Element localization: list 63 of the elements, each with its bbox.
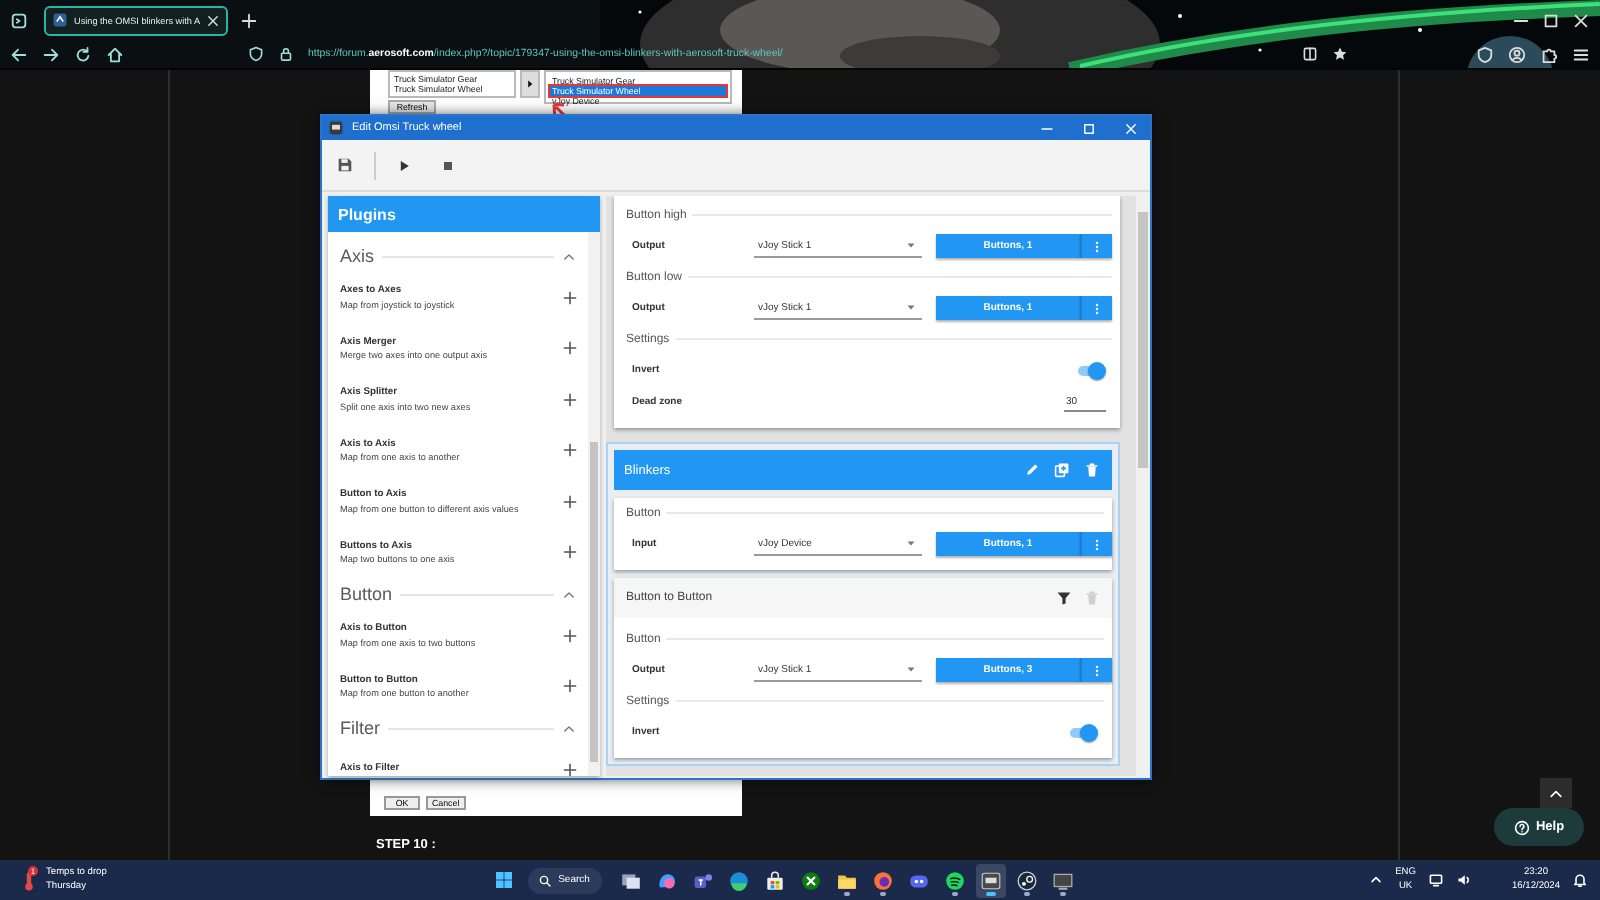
close-icon[interactable] <box>206 13 221 27</box>
volume-icon[interactable] <box>1455 872 1472 888</box>
more-icon <box>1090 239 1104 253</box>
caret-icon <box>904 536 918 550</box>
more-icon <box>1090 663 1104 677</box>
help-icon <box>1513 819 1530 835</box>
delete-icon[interactable] <box>1084 462 1100 478</box>
add-icon[interactable] <box>562 544 578 561</box>
more-icon <box>1090 537 1104 551</box>
maximize-icon[interactable] <box>1542 11 1560 29</box>
chevron-up-icon <box>1548 785 1564 801</box>
triangle-icon <box>524 78 536 90</box>
add-icon[interactable] <box>562 627 578 644</box>
toggle-switch[interactable] <box>1068 723 1098 741</box>
favicon-icon <box>52 12 68 28</box>
lock-icon[interactable] <box>278 46 294 62</box>
notifications-icon[interactable] <box>1572 872 1588 888</box>
shield-icon[interactable] <box>1476 45 1494 63</box>
app-window-icon[interactable] <box>975 863 1006 897</box>
collapse-icon[interactable] <box>562 587 576 601</box>
edit-icon[interactable] <box>1024 462 1040 478</box>
menu-icon[interactable] <box>1572 45 1590 63</box>
sidebar-icon[interactable] <box>10 11 28 29</box>
caret-icon <box>904 300 918 314</box>
section-heading: Axis <box>340 246 375 266</box>
reload-icon[interactable] <box>74 45 92 63</box>
app-icon <box>328 120 344 136</box>
more-icon <box>1090 301 1104 315</box>
show-hidden-icon[interactable] <box>1367 872 1384 888</box>
caret-icon <box>904 238 918 252</box>
move-button[interactable] <box>520 70 540 98</box>
account-icon[interactable] <box>1508 45 1526 63</box>
add-icon[interactable] <box>562 289 578 306</box>
add-icon[interactable] <box>562 442 578 459</box>
section-heading: Filter <box>340 718 380 738</box>
panel-title: Plugins <box>338 205 396 223</box>
filter-icon[interactable] <box>1056 590 1072 606</box>
duplicate-icon[interactable] <box>1054 462 1070 478</box>
search-icon <box>538 873 553 887</box>
caret-icon <box>904 662 918 676</box>
add-icon[interactable] <box>562 493 578 510</box>
stop-icon[interactable] <box>440 157 456 173</box>
start-icon[interactable] <box>494 870 515 890</box>
add-icon[interactable] <box>562 761 578 776</box>
shield-icon[interactable] <box>248 46 264 62</box>
toggle-switch[interactable] <box>1076 361 1106 379</box>
close-icon[interactable] <box>1572 11 1590 29</box>
add-icon[interactable] <box>562 391 578 408</box>
home-icon[interactable] <box>106 45 124 63</box>
new-tab-icon[interactable] <box>240 11 259 29</box>
add-icon[interactable] <box>562 678 578 695</box>
add-icon[interactable] <box>562 340 578 357</box>
network-icon[interactable] <box>1427 872 1444 888</box>
back-icon[interactable] <box>10 45 28 63</box>
collapse-icon[interactable] <box>562 249 576 263</box>
section-heading: Button <box>340 584 393 604</box>
save-icon[interactable] <box>336 156 354 174</box>
extensions-icon[interactable] <box>1540 45 1558 63</box>
scroll-to-top-button[interactable] <box>1540 778 1572 808</box>
forward-icon[interactable] <box>42 45 60 63</box>
play-icon[interactable] <box>396 157 412 173</box>
star-icon[interactable] <box>1332 46 1348 62</box>
collapse-icon[interactable] <box>562 721 576 735</box>
